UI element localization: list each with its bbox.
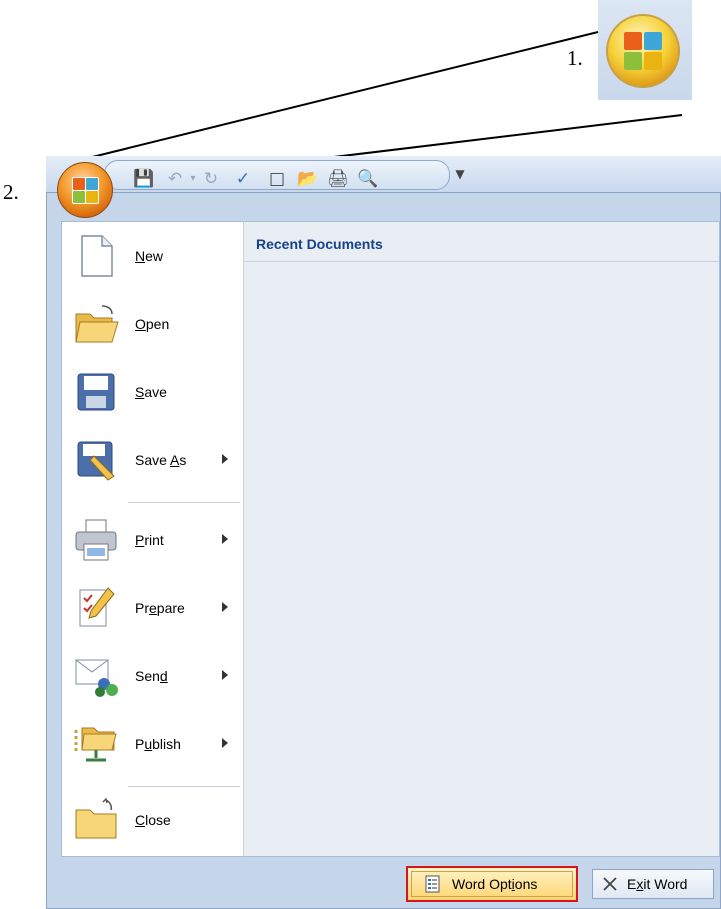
printer-icon [75,519,117,561]
menu-divider [128,502,240,503]
customize-toolbar-icon[interactable]: ▼ [450,164,470,184]
submenu-arrow-icon [222,670,228,680]
recent-documents-divider [244,261,719,262]
menu-item-publish[interactable]: Publish [62,712,244,778]
word-options-button[interactable]: Word Options [406,866,578,902]
new-blank-icon[interactable]: □ [267,169,287,189]
save-icon[interactable]: 💾 [133,169,154,189]
quick-print-icon[interactable]: 🖨 [327,169,349,189]
close-icon [603,877,617,891]
recent-documents-header: Recent Documents [256,236,383,252]
redo-icon[interactable]: ↻ [201,169,221,189]
menu-divider [128,786,240,787]
save-as-icon [77,441,115,481]
menu-item-open[interactable]: Open [62,292,244,358]
spelling-check-icon[interactable]: ✓ [233,169,253,189]
submenu-arrow-icon [222,602,228,612]
quick-access-toolbar: 💾 ↶ ▾ ↻ ✓ □ 📂 🖨 🔍 ▼ [46,156,721,193]
menu-commands: New Open Save Save As Print Prepare Send… [61,221,245,857]
close-folder-icon [75,797,117,839]
send-icon [75,659,118,697]
office-button[interactable] [57,162,113,218]
publish-icon [74,727,117,762]
recent-documents-pane: Recent Documents [243,221,720,857]
undo-icon[interactable]: ↶ [165,169,185,189]
options-icon [425,875,440,893]
menu-item-print[interactable]: Print [62,508,244,574]
new-document-icon [81,235,113,277]
menu-item-prepare[interactable]: Prepare [62,576,244,642]
menu-footer: Word Options Exit Word [47,861,720,908]
open-icon[interactable]: 📂 [297,169,318,189]
prepare-icon [79,587,115,627]
menu-item-save-as[interactable]: Save As [62,428,244,494]
office-menu: New Open Save Save As Print Prepare Send… [46,192,721,909]
save-disk-icon [77,373,115,411]
print-preview-icon[interactable]: 🔍 [357,169,378,189]
open-folder-icon [75,305,119,343]
exit-word-button[interactable]: Exit Word [592,869,714,899]
menu-item-new[interactable]: New [62,224,244,290]
menu-item-save[interactable]: Save [62,360,244,426]
submenu-arrow-icon [222,738,228,748]
word-window: 💾 ↶ ▾ ↻ ✓ □ 📂 🖨 🔍 ▼ New Open Save Save A… [46,156,721,909]
menu-item-close[interactable]: Close [62,788,244,854]
menu-item-send[interactable]: Send [62,644,244,710]
undo-dropdown-icon[interactable]: ▾ [183,169,203,189]
submenu-arrow-icon [222,534,228,544]
office-logo-icon [72,177,99,204]
submenu-arrow-icon [222,454,228,464]
